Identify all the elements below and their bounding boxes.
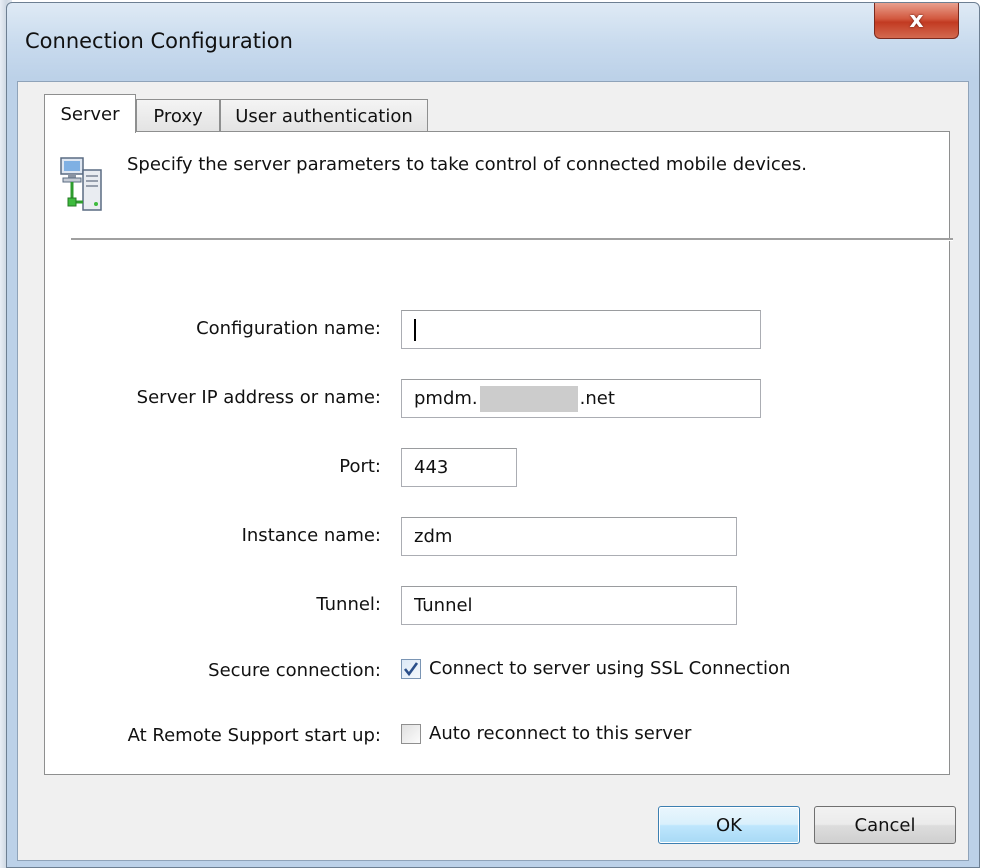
text-caret — [414, 319, 416, 341]
dialog-window: Connection Configuration x Server Proxy … — [6, 2, 980, 868]
port-input[interactable] — [401, 448, 517, 487]
ok-button-label: OK — [716, 814, 742, 836]
tab-server-label: Server — [60, 103, 120, 125]
instance-name-input[interactable] — [401, 517, 737, 556]
config-name-input[interactable] — [401, 310, 761, 349]
close-icon: x — [909, 8, 924, 33]
ok-button[interactable]: OK — [658, 806, 800, 844]
startup-label: At Remote Support start up: — [127, 725, 381, 746]
window-title: Connection Configuration — [25, 29, 293, 53]
secure-connection-label: Secure connection: — [208, 660, 381, 681]
server-network-icon — [60, 157, 102, 211]
tab-user-authentication[interactable]: User authentication — [220, 99, 428, 132]
tunnel-input[interactable] — [401, 586, 737, 625]
title-bar[interactable]: Connection Configuration x — [7, 3, 979, 81]
tab-server[interactable]: Server — [44, 94, 136, 133]
cancel-button-label: Cancel — [854, 814, 916, 836]
server-ip-prefix: pmdm. — [414, 388, 478, 409]
tab-proxy[interactable]: Proxy — [136, 99, 220, 132]
redacted-segment — [479, 385, 578, 412]
ssl-checkbox-row[interactable]: Connect to server using SSL Connection — [401, 658, 790, 679]
server-tab-panel: Specify the server parameters to take co… — [44, 131, 953, 775]
config-name-label: Configuration name: — [196, 318, 381, 339]
ssl-checkbox-label: Connect to server using SSL Connection — [429, 658, 791, 679]
auto-reconnect-label: Auto reconnect to this server — [429, 723, 692, 744]
checkmark-icon — [403, 661, 419, 676]
panel-description: Specify the server parameters to take co… — [127, 154, 807, 175]
server-ip-label: Server IP address or name: — [136, 387, 381, 408]
section-divider — [71, 238, 953, 241]
tab-user-authentication-label: User authentication — [235, 105, 413, 127]
close-button[interactable]: x — [874, 3, 959, 39]
auto-reconnect-checkbox[interactable] — [401, 723, 421, 744]
ssl-checkbox[interactable] — [401, 658, 421, 679]
tab-proxy-label: Proxy — [153, 105, 203, 127]
dialog-client-area: Server Proxy User authentication Specify… — [17, 81, 969, 861]
auto-reconnect-row[interactable]: Auto reconnect to this server — [401, 723, 691, 744]
cancel-button[interactable]: Cancel — [814, 806, 956, 844]
instance-name-label: Instance name: — [241, 525, 381, 546]
server-ip-suffix: .net — [579, 388, 615, 409]
tunnel-label: Tunnel: — [316, 594, 381, 615]
port-label: Port: — [339, 456, 381, 477]
server-ip-input[interactable]: pmdm. .net — [401, 379, 761, 418]
